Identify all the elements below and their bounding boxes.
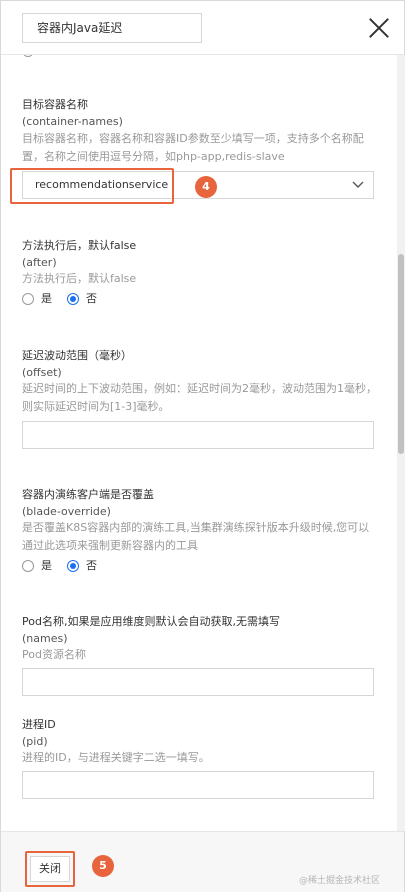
names-input[interactable] [22,668,374,696]
highlight-box-step5 [25,851,75,887]
field-title-blade-override: 容器内演练客户端是否覆盖 [22,488,154,501]
chevron-down-icon[interactable] [351,178,365,192]
scrollbar-thumb[interactable] [398,254,404,454]
field-desc-container-names: 目标容器名称，容器名称和容器ID参数至少填写一项，支持多个名称配置，名称之间使用… [22,132,364,163]
drawer-footer: 关闭 5 @稀土掘金技术社区 [1,831,404,892]
field-title-offset: 延迟波动范围（毫秒） [22,349,132,362]
field-title-pid: 进程ID [22,718,56,731]
after-radio-no-label: 否 [86,292,97,305]
blade-override-radio-yes-label: 是 [41,559,52,572]
field-key-offset: (offset) [22,366,62,379]
after-radio-yes[interactable] [22,293,34,305]
field-key-blade-override: (blade-override) [22,505,111,518]
close-icon[interactable] [368,17,390,39]
pid-input[interactable] [22,771,374,799]
after-radio-group: 是 否 [22,291,142,307]
field-desc-names: Pod资源名称 [22,648,86,661]
after-radio-yes-label: 是 [41,292,52,305]
field-title-container-names: 目标容器名称 [22,98,88,111]
offset-input[interactable] [22,421,374,449]
field-desc-after: 方法执行后，默认false [22,272,137,285]
field-key-container-names: (container-names) [22,115,123,128]
step-badge-4: 4 [195,176,217,198]
radio-partial[interactable] [22,55,34,57]
drawer-title: 容器内Java延迟 [22,13,202,43]
highlight-box-step4 [10,168,174,204]
field-desc-blade-override: 是否覆盖K8S容器内部的演练工具,当集群演练探针版本升级时候,您可以通过此选项来… [22,521,370,552]
field-title-after: 方法执行后，默认false [22,239,137,252]
field-desc-offset: 延迟时间的上下波动范围，例如：延迟时间为2毫秒，波动范围为1毫秒，则实际延迟时间… [22,382,377,413]
drawer-panel: 容器内Java延迟 目标容器名称 (container-names) 目标容器名… [0,0,405,892]
blade-override-radio-no[interactable] [67,560,79,572]
blade-override-radio-no-label: 否 [86,559,97,572]
form-scroll-area[interactable]: 目标容器名称 (container-names) 目标容器名称，容器名称和容器I… [1,55,396,831]
drawer-header: 容器内Java延迟 [1,1,404,55]
watermark-text: @稀土掘金技术社区 [299,876,381,886]
blade-override-radio-group: 是 否 [22,558,142,574]
blade-override-radio-yes[interactable] [22,560,34,572]
field-key-names: (names) [22,632,68,645]
field-key-pid: (pid) [22,735,48,748]
step-badge-5: 5 [92,855,114,877]
field-desc-pid: 进程的ID，与进程关键字二选一填写。 [22,751,210,764]
field-title-names: Pod名称,如果是应用维度则默认会自动获取,无需填写 [22,615,280,628]
field-key-after: (after) [22,256,57,269]
after-radio-no[interactable] [67,293,79,305]
